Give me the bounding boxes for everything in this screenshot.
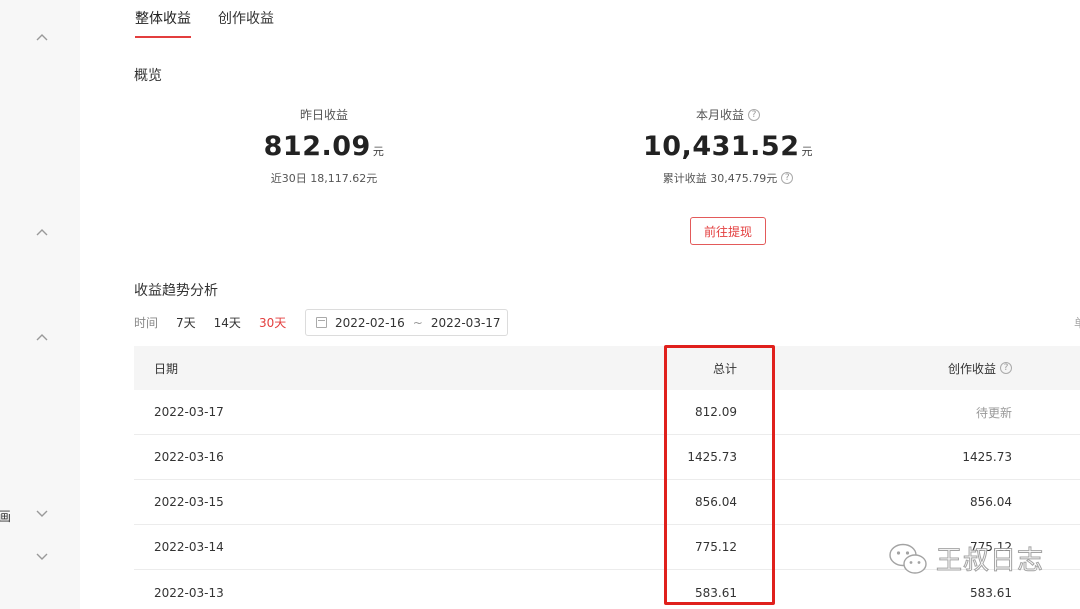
row-creation: 856.04	[970, 495, 1012, 509]
range-30-days[interactable]: 30天	[259, 314, 286, 331]
row-date: 2022-03-14	[154, 540, 224, 554]
row-total: 856.04	[695, 495, 737, 509]
row-total: 812.09	[695, 405, 737, 419]
date-range-start: 2022-02-16	[335, 315, 405, 330]
tab-overall-revenue[interactable]: 整体收益	[135, 8, 191, 38]
wechat-icon	[888, 542, 928, 576]
revenue-tabs: 整体收益 创作收益	[135, 8, 274, 38]
column-header-total: 总计	[712, 361, 737, 376]
time-range-filter: 时间 7天 14天 30天	[134, 314, 304, 331]
date-range-separator: ~	[412, 315, 423, 330]
chevron-up-icon[interactable]	[35, 226, 49, 240]
watermark-text: 王叔日志	[935, 546, 1045, 577]
row-creation: 待更新	[975, 405, 1012, 420]
currency-unit: 元	[801, 145, 814, 158]
row-date: 2022-03-17	[154, 405, 224, 419]
row-date: 2022-03-13	[154, 585, 224, 600]
help-icon[interactable]: ?	[748, 108, 760, 121]
calendar-icon	[316, 317, 327, 328]
yesterday-revenue-value: 812.09 元	[263, 131, 385, 162]
cumulative-revenue-wrap: 累计收益 30,475.79元?	[662, 170, 794, 186]
truncated-label: 单	[1074, 314, 1080, 331]
trend-analysis-title: 收益趋势分析	[134, 283, 218, 299]
chevron-down-icon[interactable]	[35, 506, 49, 520]
last-30-days-revenue: 近30日 18,117.62元	[270, 172, 378, 185]
sidebar-item-label[interactable]: 画	[0, 506, 11, 525]
column-header-date: 日期	[154, 361, 179, 376]
month-revenue-label: 本月收益	[695, 108, 744, 122]
month-revenue-label-wrap: 本月收益?	[696, 106, 760, 123]
date-range-end: 2022-03-17	[430, 315, 501, 330]
row-creation: 1425.73	[962, 450, 1012, 464]
table-header: 日期 总计 创作收益?	[134, 346, 1080, 390]
chevron-up-icon[interactable]	[35, 31, 49, 45]
currency-unit: 元	[372, 145, 385, 158]
row-total: 583.61	[695, 585, 737, 600]
help-icon[interactable]: ?	[1000, 362, 1012, 374]
chevron-up-icon[interactable]	[35, 331, 49, 345]
help-icon[interactable]: ?	[781, 172, 794, 184]
chevron-down-icon[interactable]	[35, 549, 49, 563]
withdraw-button[interactable]: 前往提现	[690, 217, 766, 245]
time-filter-label: 时间	[134, 316, 159, 330]
yesterday-revenue-label: 昨日收益	[299, 108, 348, 122]
row-date: 2022-03-15	[154, 495, 224, 509]
date-range-picker[interactable]: 2022-02-16 ~ 2022-03-17	[305, 309, 508, 336]
table-row: 2022-03-15 856.04 856.04	[134, 480, 1080, 525]
watermark: 王叔日志	[888, 540, 1044, 577]
overview-title: 概览	[134, 68, 162, 84]
tab-creation-revenue[interactable]: 创作收益	[218, 8, 274, 38]
row-total: 1425.73	[687, 450, 737, 464]
month-revenue-value: 10,431.52 元	[642, 131, 814, 162]
range-7-days[interactable]: 7天	[176, 314, 196, 331]
column-header-creation: 创作收益?	[948, 346, 1012, 390]
range-14-days[interactable]: 14天	[214, 314, 241, 331]
table-row: 2022-03-17 812.09 待更新	[134, 390, 1080, 435]
row-date: 2022-03-16	[154, 450, 224, 464]
cumulative-revenue: 累计收益 30,475.79元	[662, 172, 778, 185]
yesterday-revenue-card: 昨日收益 812.09 元 近30日 18,117.62元	[224, 104, 424, 186]
month-revenue-card: 本月收益? 10,431.52 元 累计收益 30,475.79元?	[628, 104, 828, 186]
table-row: 2022-03-16 1425.73 1425.73	[134, 435, 1080, 480]
row-total: 775.12	[695, 540, 737, 554]
left-sidebar: 画	[0, 0, 80, 609]
